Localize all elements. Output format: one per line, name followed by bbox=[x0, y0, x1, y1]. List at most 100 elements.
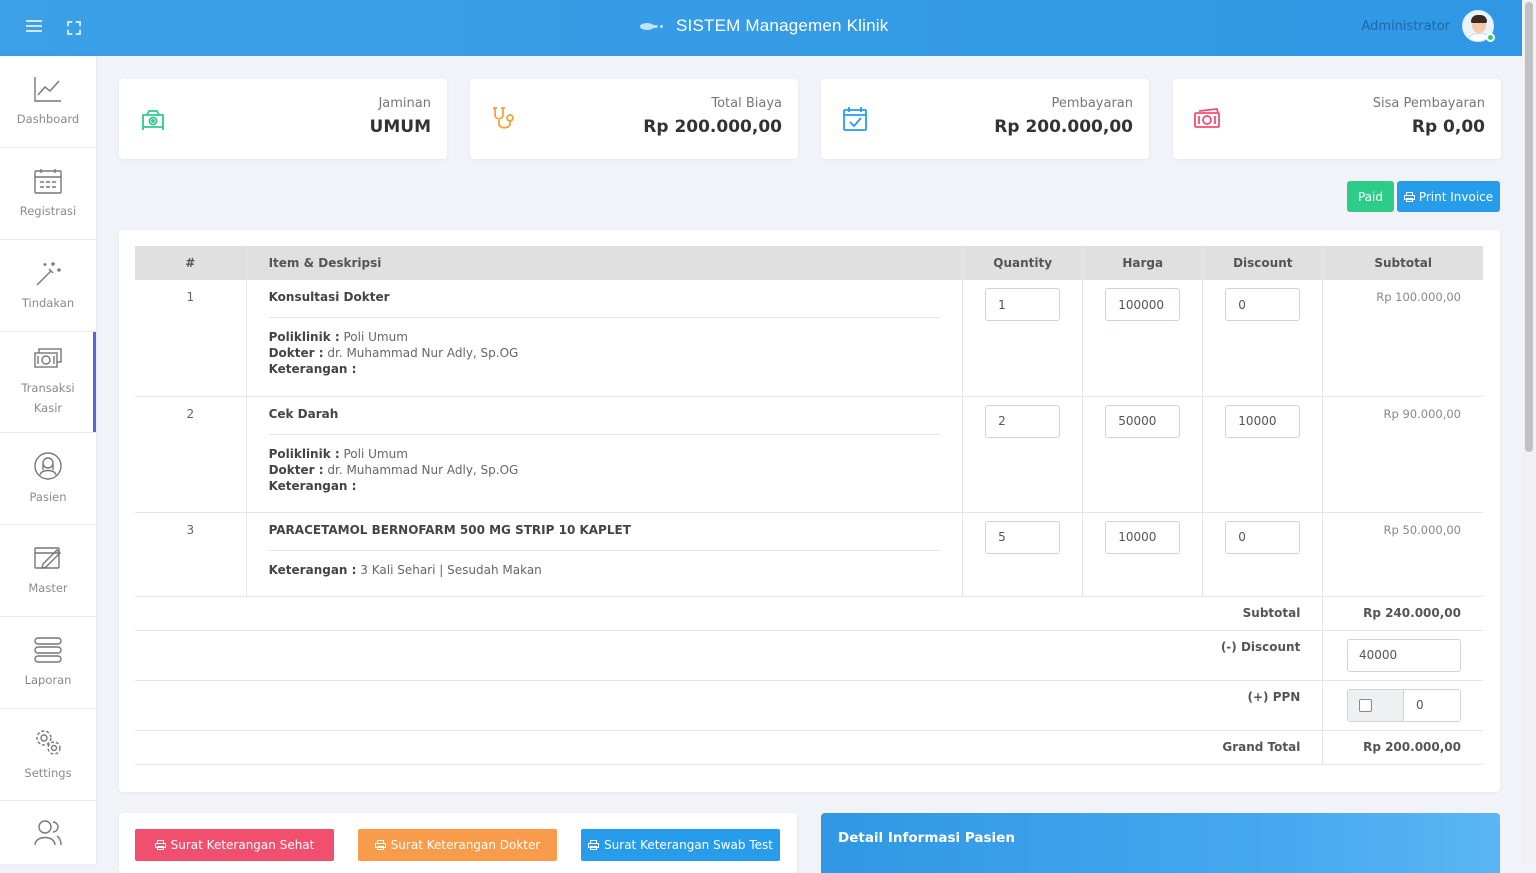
ppn-checkbox[interactable] bbox=[1348, 689, 1404, 721]
sidebar-item-label: Settings bbox=[24, 765, 72, 780]
grand-total-value: Rp 200.000,00 bbox=[1322, 730, 1483, 765]
sidebar-item-tindakan[interactable]: Tindakan bbox=[0, 240, 96, 332]
row-number: 3 bbox=[135, 512, 247, 597]
row-subtotal: Rp 90.000,00 bbox=[1322, 396, 1483, 513]
stat-title: Jaminan bbox=[378, 96, 431, 111]
discount-input[interactable] bbox=[1225, 288, 1301, 321]
sidebar-item-label: Transaksi Kasir bbox=[21, 381, 75, 415]
item-description: Cek Darah Poliklinik : Poli Umum Dokter … bbox=[245, 396, 963, 513]
keterangan-label: Keterangan : bbox=[268, 362, 357, 376]
subtotal-value: Rp 240.000,00 bbox=[1322, 596, 1483, 631]
fullscreen-icon[interactable] bbox=[67, 21, 81, 35]
sidebar-item-label: Laporan bbox=[24, 672, 72, 687]
keterangan-label: Keterangan : bbox=[268, 562, 357, 577]
top-bar: SISTEM Managemen Klinik Administrator bbox=[0, 0, 1522, 56]
discount-label: (-) Discount bbox=[135, 630, 1323, 681]
button-label: Surat Keterangan Dokter bbox=[390, 838, 541, 852]
dokter-label: Dokter : bbox=[268, 462, 324, 477]
quantity-input[interactable] bbox=[985, 288, 1061, 321]
money-icon bbox=[1194, 108, 1220, 128]
list-icon bbox=[34, 636, 62, 663]
table-row: 2 Cek Darah Poliklinik : Poli Umum Dokte… bbox=[135, 396, 1483, 513]
col-header-qty: Quantity bbox=[962, 246, 1083, 280]
price-input[interactable] bbox=[1105, 520, 1181, 554]
poli-label: Poliklinik : bbox=[268, 330, 340, 344]
print-invoice-button[interactable]: Print Invoice bbox=[1397, 181, 1500, 212]
summary-discount-row: (-) Discount bbox=[135, 630, 1483, 681]
stat-title: Pembayaran bbox=[1051, 96, 1133, 111]
table-row: 1 Konsultasi Dokter Poliklinik : Poli Um… bbox=[135, 280, 1483, 397]
discount-input[interactable] bbox=[1225, 404, 1301, 438]
sidebar-item-label: Registrasi bbox=[19, 203, 77, 218]
sidebar-item-dashboard[interactable]: Dashboard bbox=[0, 56, 96, 148]
quantity-input[interactable] bbox=[985, 404, 1061, 438]
ppn-input[interactable]: 0 bbox=[1404, 690, 1460, 721]
printer-icon bbox=[588, 840, 600, 850]
stat-value: Rp 200.000,00 bbox=[643, 117, 782, 137]
col-header-num: # bbox=[135, 246, 247, 280]
sidebar-item-label: Tindakan bbox=[21, 295, 75, 310]
scrollbar-thumb[interactable] bbox=[1525, 2, 1533, 452]
brand-logo-icon bbox=[640, 21, 666, 31]
sidebar-item-label: Master bbox=[28, 580, 68, 595]
button-label: Surat Keterangan Sehat bbox=[170, 838, 315, 852]
price-input[interactable] bbox=[1105, 288, 1181, 321]
table-row: 3 PARACETAMOL BERNOFARM 500 MG STRIP 10 … bbox=[135, 512, 1483, 597]
surat-keterangan-swab-test-button[interactable]: Surat Keterangan Swab Test bbox=[581, 829, 780, 861]
summary-ppn-row: (+) PPN 0 bbox=[135, 680, 1483, 731]
stat-card-jaminan: Jaminan UMUM bbox=[119, 79, 447, 159]
sidebar-item-settings[interactable]: Settings bbox=[0, 709, 96, 801]
stethoscope-icon bbox=[493, 107, 514, 129]
sidebar-item-label: Dashboard bbox=[16, 111, 80, 126]
user-name: Administrator bbox=[1361, 18, 1450, 34]
cash-icon bbox=[34, 348, 62, 368]
item-title: PARACETAMOL BERNOFARM 500 MG STRIP 10 KA… bbox=[268, 523, 941, 551]
col-header-discount: Discount bbox=[1202, 246, 1323, 280]
magic-wand-icon bbox=[36, 261, 61, 285]
subtotal-label: Subtotal bbox=[135, 596, 1323, 631]
printer-icon bbox=[1403, 191, 1415, 202]
total-discount-input[interactable] bbox=[1347, 638, 1461, 672]
menu-toggle-icon[interactable] bbox=[26, 20, 42, 34]
sidebar-item-pasien[interactable]: Pasien bbox=[0, 433, 96, 525]
sidebar-item-laporan[interactable]: Laporan bbox=[0, 617, 96, 709]
surat-keterangan-sehat-button[interactable]: Surat Keterangan Sehat bbox=[135, 829, 334, 861]
paid-button[interactable]: Paid bbox=[1347, 181, 1394, 212]
surat-keterangan-dokter-button[interactable]: Surat Keterangan Dokter bbox=[358, 829, 557, 861]
sidebar-item-users[interactable] bbox=[0, 801, 96, 871]
app-title: SISTEM Managemen Klinik bbox=[676, 16, 889, 35]
stat-card-total-biaya: Total Biaya Rp 200.000,00 bbox=[470, 79, 798, 159]
ppn-label: (+) PPN bbox=[135, 680, 1323, 731]
dokter-label: Dokter : bbox=[268, 346, 324, 360]
line-chart-icon bbox=[34, 76, 61, 102]
calendar-check-icon bbox=[843, 107, 867, 131]
row-subtotal: Rp 50.000,00 bbox=[1322, 512, 1483, 597]
user-menu[interactable]: Administrator bbox=[1361, 10, 1495, 42]
patient-detail-title: Detail Informasi Pasien bbox=[838, 830, 1015, 846]
poli-label: Poliklinik : bbox=[268, 446, 340, 461]
sidebar-item-transaksi-kasir[interactable]: Transaksi Kasir bbox=[0, 332, 96, 433]
online-status-dot bbox=[1486, 33, 1495, 42]
sidebar-item-master[interactable]: Master bbox=[0, 525, 96, 617]
discount-input[interactable] bbox=[1225, 520, 1301, 554]
summary-subtotal-row: Subtotal Rp 240.000,00 bbox=[135, 596, 1483, 631]
stat-title: Total Biaya bbox=[711, 96, 782, 111]
printer-icon bbox=[154, 840, 166, 850]
dokter-value: dr. Muhammad Nur Adly, Sp.OG bbox=[327, 462, 519, 477]
row-subtotal: Rp 100.000,00 bbox=[1322, 280, 1483, 397]
poli-value: Poli Umum bbox=[343, 330, 408, 344]
quantity-input[interactable] bbox=[985, 520, 1061, 554]
invoice-table: # Item & Deskripsi Quantity Harga Discou… bbox=[135, 246, 1483, 765]
brand[interactable]: SISTEM Managemen Klinik bbox=[640, 14, 888, 38]
sidebar-item-registrasi[interactable]: Registrasi bbox=[0, 148, 96, 240]
dokter-value: dr. Muhammad Nur Adly, Sp.OG bbox=[327, 346, 519, 360]
item-description: PARACETAMOL BERNOFARM 500 MG STRIP 10 KA… bbox=[245, 512, 963, 597]
poli-value: Poli Umum bbox=[343, 446, 408, 461]
users-icon bbox=[34, 820, 62, 846]
price-input[interactable] bbox=[1105, 404, 1181, 438]
col-header-price: Harga bbox=[1082, 246, 1203, 280]
stat-title: Sisa Pembayaran bbox=[1372, 96, 1485, 111]
row-number: 1 bbox=[135, 280, 247, 397]
page-scrollbar[interactable] bbox=[1522, 0, 1536, 864]
col-header-subtotal: Subtotal bbox=[1322, 246, 1483, 280]
